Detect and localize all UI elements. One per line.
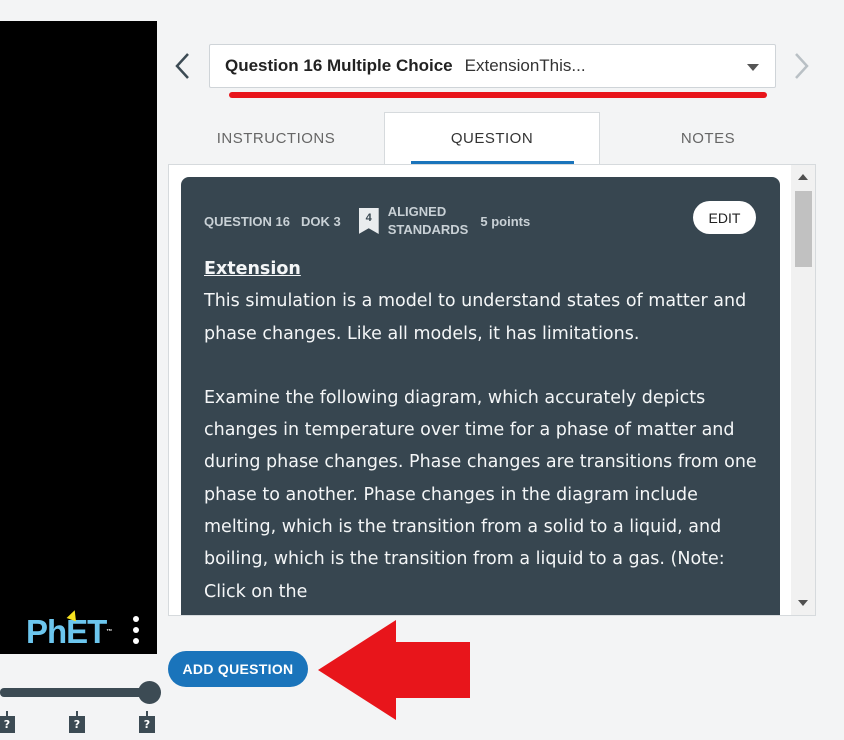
annotation-arrow-icon: [318, 620, 470, 720]
question-panel: QUESTION 16 DOK 3 4 ALIGNED STANDARDS 5 …: [168, 164, 816, 616]
panel-scrollbar[interactable]: [791, 165, 815, 615]
question-meta: QUESTION 16 DOK 3 4 ALIGNED STANDARDS 5 …: [204, 201, 757, 241]
tab-label: NOTES: [680, 129, 736, 147]
aligned-standards-line1: ALIGNED: [387, 204, 447, 219]
edit-button[interactable]: EDIT: [693, 201, 756, 234]
question-number: QUESTION 16: [204, 213, 290, 229]
tab-notes[interactable]: NOTES: [600, 112, 816, 164]
question-selector-title: Question 16 Multiple Choice: [225, 56, 453, 75]
question-selector-dropdown[interactable]: Question 16 Multiple Choice ExtensionThi…: [209, 44, 776, 88]
annotation-underline: [229, 92, 767, 98]
caret-down-icon: [747, 64, 759, 71]
question-card: QUESTION 16 DOK 3 4 ALIGNED STANDARDS 5 …: [181, 177, 780, 615]
timeline-marker[interactable]: ?: [139, 711, 155, 733]
scroll-thumb[interactable]: [795, 191, 812, 267]
tab-label: QUESTION: [450, 130, 534, 147]
question-text: Extension This simulation is a model to …: [204, 253, 757, 608]
question-paragraph: Examine the following diagram, which acc…: [204, 387, 757, 602]
question-selector-subtitle: ExtensionThis...: [464, 56, 586, 75]
chevron-right-icon: [795, 53, 809, 79]
simulation-viewport[interactable]: [0, 21, 157, 654]
tab-instructions[interactable]: INSTRUCTIONS: [168, 112, 384, 164]
question-paragraph: This simulation is a model to understand…: [204, 291, 747, 344]
kebab-menu-icon[interactable]: [131, 616, 141, 650]
timeline-handle[interactable]: [138, 681, 161, 704]
aligned-standards-link[interactable]: ALIGNED STANDARDS: [388, 203, 469, 239]
scroll-up-arrow-icon[interactable]: [798, 174, 808, 180]
standards-count: 4: [365, 212, 372, 224]
next-question-button[interactable]: [790, 50, 812, 82]
phet-logo: PhET™: [26, 608, 112, 652]
question-heading: Extension: [204, 259, 301, 279]
previous-question-button[interactable]: [172, 50, 194, 82]
bookmark-icon[interactable]: 4: [358, 208, 379, 234]
tab-question[interactable]: QUESTION: [384, 112, 600, 164]
timeline-track[interactable]: [0, 688, 150, 697]
question-points: 5 points: [480, 213, 531, 229]
chevron-left-icon: [175, 53, 189, 79]
dok-level: DOK 3: [300, 213, 341, 229]
aligned-standards-line2: STANDARDS: [387, 222, 469, 237]
timeline-marker[interactable]: ?: [69, 711, 85, 733]
phet-logo-text: PhET: [26, 613, 107, 650]
phet-logo-trademark: ™: [106, 629, 112, 635]
add-question-button[interactable]: ADD QUESTION: [168, 651, 308, 687]
scroll-down-arrow-icon[interactable]: [798, 600, 808, 606]
tab-label: INSTRUCTIONS: [216, 129, 336, 147]
timeline-marker[interactable]: ?: [0, 711, 15, 733]
